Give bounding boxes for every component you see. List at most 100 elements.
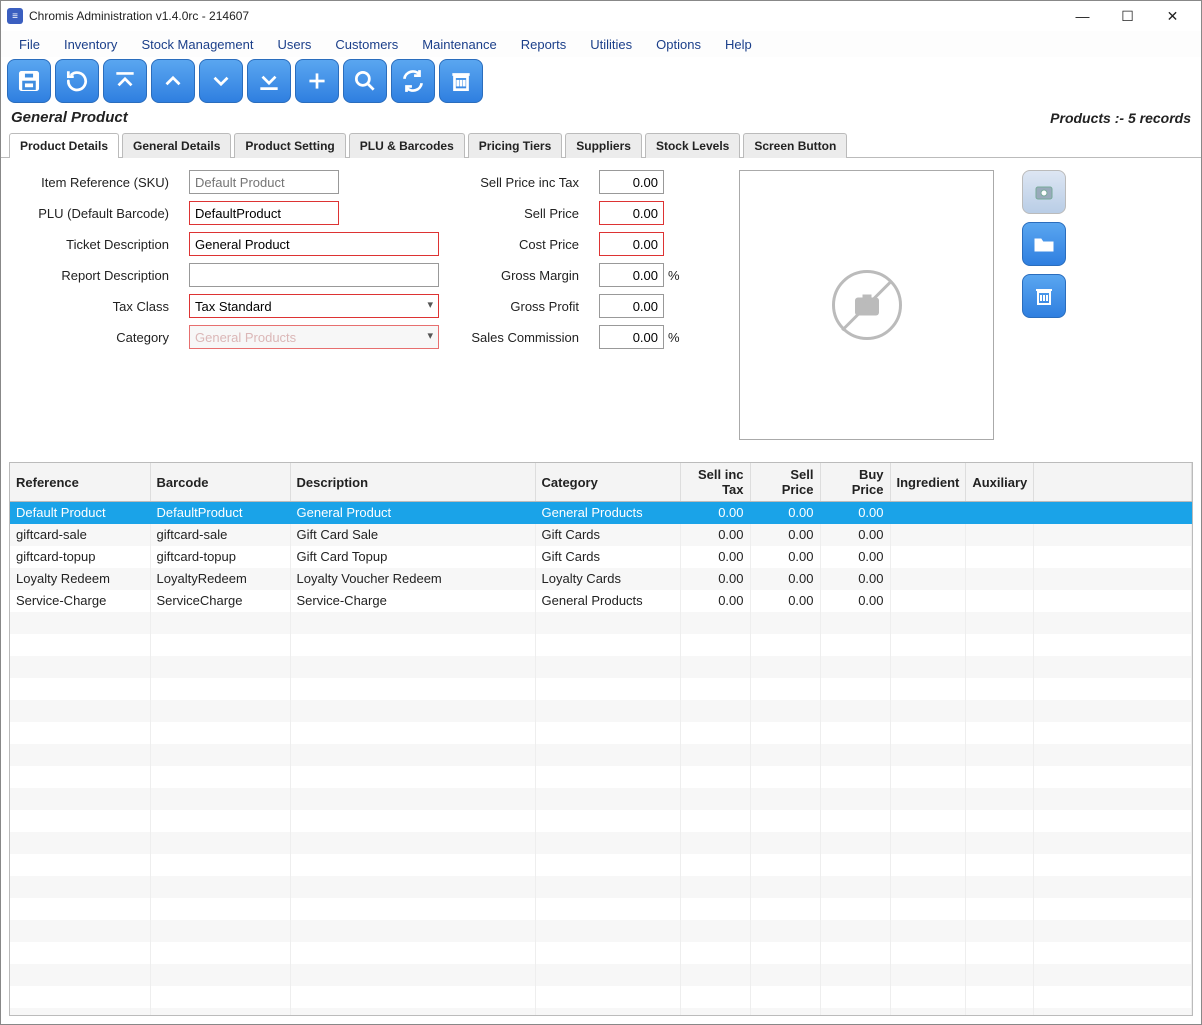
- menu-utilities[interactable]: Utilities: [580, 34, 642, 55]
- col-barcode[interactable]: Barcode: [150, 463, 290, 502]
- capture-image-button[interactable]: [1022, 170, 1066, 214]
- refresh-icon[interactable]: [391, 59, 435, 103]
- col-buy-price[interactable]: Buy Price: [820, 463, 890, 502]
- label-category: Category: [116, 330, 169, 345]
- col-reference[interactable]: Reference: [10, 463, 150, 502]
- col-description[interactable]: Description: [290, 463, 535, 502]
- tab-stock-levels[interactable]: Stock Levels: [645, 133, 740, 158]
- scroll-top-icon[interactable]: [103, 59, 147, 103]
- menu-inventory[interactable]: Inventory: [54, 34, 127, 55]
- arrow-up-icon[interactable]: [151, 59, 195, 103]
- table-row[interactable]: [10, 942, 1192, 964]
- menu-users[interactable]: Users: [267, 34, 321, 55]
- no-image-icon: [832, 270, 902, 340]
- tab-pricing-tiers[interactable]: Pricing Tiers: [468, 133, 562, 158]
- menu-options[interactable]: Options: [646, 34, 711, 55]
- table-row[interactable]: [10, 832, 1192, 854]
- table-row[interactable]: [10, 722, 1192, 744]
- table-row[interactable]: [10, 700, 1192, 722]
- menu-help[interactable]: Help: [715, 34, 762, 55]
- records-count: Products :- 5 records: [1050, 110, 1191, 126]
- table-row[interactable]: [10, 788, 1192, 810]
- table-row[interactable]: [10, 898, 1192, 920]
- add-icon[interactable]: [295, 59, 339, 103]
- table-row[interactable]: Default ProductDefaultProductGeneral Pro…: [10, 502, 1192, 524]
- reload-icon[interactable]: [55, 59, 99, 103]
- gross-profit-field[interactable]: [599, 294, 664, 318]
- label-sku: Item Reference (SKU): [41, 175, 169, 190]
- tab-plu-barcodes[interactable]: PLU & Barcodes: [349, 133, 465, 158]
- tax-class-select[interactable]: Tax Standard: [189, 294, 439, 318]
- menubar: File Inventory Stock Management Users Cu…: [1, 31, 1201, 57]
- plu-field[interactable]: [189, 201, 339, 225]
- label-tax: Tax Class: [113, 299, 169, 314]
- sales-commission-field[interactable]: [599, 325, 664, 349]
- tab-screen-button[interactable]: Screen Button: [743, 133, 847, 158]
- pct-margin: %: [668, 268, 680, 283]
- table-row[interactable]: [10, 854, 1192, 876]
- table-row[interactable]: giftcard-topupgiftcard-topupGift Card To…: [10, 546, 1192, 568]
- label-commission: Sales Commission: [471, 330, 579, 345]
- menu-maintenance[interactable]: Maintenance: [412, 34, 506, 55]
- minimize-button[interactable]: —: [1060, 2, 1105, 30]
- save-icon[interactable]: [7, 59, 51, 103]
- col-category[interactable]: Category: [535, 463, 680, 502]
- window-title: Chromis Administration v1.4.0rc - 214607: [29, 9, 1060, 23]
- table-row[interactable]: Loyalty RedeemLoyaltyRedeemLoyalty Vouch…: [10, 568, 1192, 590]
- table-row[interactable]: [10, 678, 1192, 700]
- menu-stock-management[interactable]: Stock Management: [131, 34, 263, 55]
- gross-margin-field[interactable]: [599, 263, 664, 287]
- delete-icon[interactable]: [439, 59, 483, 103]
- table-row[interactable]: [10, 766, 1192, 788]
- table-row[interactable]: [10, 986, 1192, 1008]
- label-margin: Gross Margin: [501, 268, 579, 283]
- maximize-button[interactable]: ☐: [1105, 2, 1150, 30]
- table-row[interactable]: [10, 964, 1192, 986]
- pct-commission: %: [668, 330, 680, 345]
- table-row[interactable]: [10, 876, 1192, 898]
- ticket-field[interactable]: [189, 232, 439, 256]
- col-auxiliary[interactable]: Auxiliary: [966, 463, 1034, 502]
- product-image-panel: [739, 170, 994, 440]
- table-row[interactable]: [10, 634, 1192, 656]
- col-ingredient[interactable]: Ingredient: [890, 463, 966, 502]
- label-report: Report Description: [61, 268, 169, 283]
- search-icon[interactable]: [343, 59, 387, 103]
- table-row[interactable]: [10, 920, 1192, 942]
- table-row[interactable]: [10, 744, 1192, 766]
- table-row[interactable]: [10, 810, 1192, 832]
- close-button[interactable]: ✕: [1150, 2, 1195, 30]
- label-profit: Gross Profit: [510, 299, 579, 314]
- sell-price-field[interactable]: [599, 201, 664, 225]
- cost-price-field[interactable]: [599, 232, 664, 256]
- menu-file[interactable]: File: [9, 34, 50, 55]
- delete-image-button[interactable]: [1022, 274, 1066, 318]
- label-ticket: Ticket Description: [66, 237, 169, 252]
- label-sell-inc: Sell Price inc Tax: [480, 175, 579, 190]
- category-select[interactable]: General Products: [189, 325, 439, 349]
- tab-product-setting[interactable]: Product Setting: [234, 133, 345, 158]
- products-table[interactable]: Reference Barcode Description Category S…: [9, 462, 1193, 1016]
- table-row[interactable]: [10, 656, 1192, 678]
- col-sell-inc[interactable]: Sell inc Tax: [680, 463, 750, 502]
- tab-product-details[interactable]: Product Details: [9, 133, 119, 158]
- arrow-down-icon[interactable]: [199, 59, 243, 103]
- report-field[interactable]: [189, 263, 439, 287]
- browse-image-button[interactable]: [1022, 222, 1066, 266]
- menu-reports[interactable]: Reports: [511, 34, 577, 55]
- sell-inc-field[interactable]: [599, 170, 664, 194]
- col-sell-price[interactable]: Sell Price: [750, 463, 820, 502]
- toolbar: [1, 57, 1201, 105]
- tab-general-details[interactable]: General Details: [122, 133, 231, 158]
- table-row[interactable]: Service-ChargeServiceChargeService-Charg…: [10, 590, 1192, 612]
- table-row[interactable]: giftcard-salegiftcard-saleGift Card Sale…: [10, 524, 1192, 546]
- tab-suppliers[interactable]: Suppliers: [565, 133, 642, 158]
- label-sell: Sell Price: [524, 206, 579, 221]
- app-icon: ≡: [7, 8, 23, 24]
- scroll-bottom-icon[interactable]: [247, 59, 291, 103]
- table-row[interactable]: [10, 1008, 1192, 1017]
- menu-customers[interactable]: Customers: [325, 34, 408, 55]
- sku-field[interactable]: [189, 170, 339, 194]
- page-title: General Product: [11, 109, 1050, 126]
- table-row[interactable]: [10, 612, 1192, 634]
